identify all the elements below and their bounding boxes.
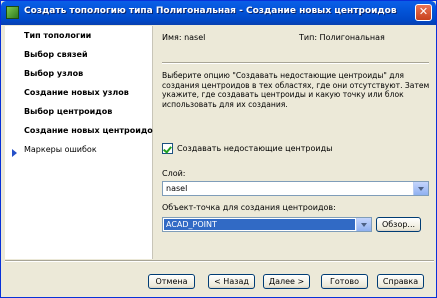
point-object-label: Объект-точка для создания центроидов:	[162, 203, 336, 212]
point-object-dropdown[interactable]: ACAD_POINT	[162, 217, 372, 232]
topology-name: Имя: nasel	[162, 33, 206, 42]
point-object-value: ACAD_POINT	[164, 219, 355, 230]
step-description: Выберите опцию "Создавать недостающие це…	[162, 71, 430, 109]
footer-divider	[5, 260, 434, 262]
nav-item-error-markers[interactable]: Маркеры ошибок	[24, 145, 97, 154]
cancel-button[interactable]: Отмена	[148, 274, 195, 289]
topology-app-icon	[6, 6, 19, 19]
topology-type: Тип: Полигональная	[299, 33, 385, 42]
layer-dropdown[interactable]: nasel	[162, 181, 429, 196]
next-button[interactable]: Далее >	[263, 274, 310, 289]
wizard-steps-panel: Тип топологии Выбор связей Выбор узлов С…	[5, 26, 158, 259]
finish-button[interactable]: Готово	[321, 274, 368, 289]
layer-value: nasel	[166, 184, 188, 193]
window-title: Создать топологию типа Полигональная - С…	[24, 6, 397, 16]
chevron-down-icon[interactable]	[413, 182, 428, 195]
close-button[interactable]: ✕	[415, 4, 432, 21]
nav-item-select-links[interactable]: Выбор связей	[24, 50, 88, 59]
browse-button[interactable]: Обзор...	[376, 217, 421, 232]
back-button[interactable]: < Назад	[208, 274, 255, 289]
checkmark-icon	[163, 144, 172, 154]
divider	[162, 62, 429, 64]
chevron-down-icon[interactable]	[356, 218, 371, 231]
current-step-arrow-icon	[12, 149, 17, 157]
title-bar[interactable]: Создать топологию типа Полигональная - С…	[1, 1, 436, 25]
help-button[interactable]: Справка	[377, 274, 424, 289]
nav-item-create-nodes[interactable]: Создание новых узлов	[24, 88, 129, 97]
nav-item-select-nodes[interactable]: Выбор узлов	[24, 69, 83, 78]
nav-item-topology-type[interactable]: Тип топологии	[24, 31, 91, 40]
layer-label: Слой:	[162, 169, 186, 178]
create-missing-label[interactable]: Создавать недостающие центроиды	[177, 144, 332, 153]
wizard-window: Создать топологию типа Полигональная - С…	[0, 0, 437, 298]
create-missing-checkbox[interactable]	[162, 143, 173, 154]
nav-item-create-centroids[interactable]: Создание новых центроидов	[24, 126, 158, 135]
step-content: Имя: nasel Тип: Полигональная Выберите о…	[153, 26, 434, 259]
nav-item-select-centroids[interactable]: Выбор центроидов	[24, 107, 112, 116]
